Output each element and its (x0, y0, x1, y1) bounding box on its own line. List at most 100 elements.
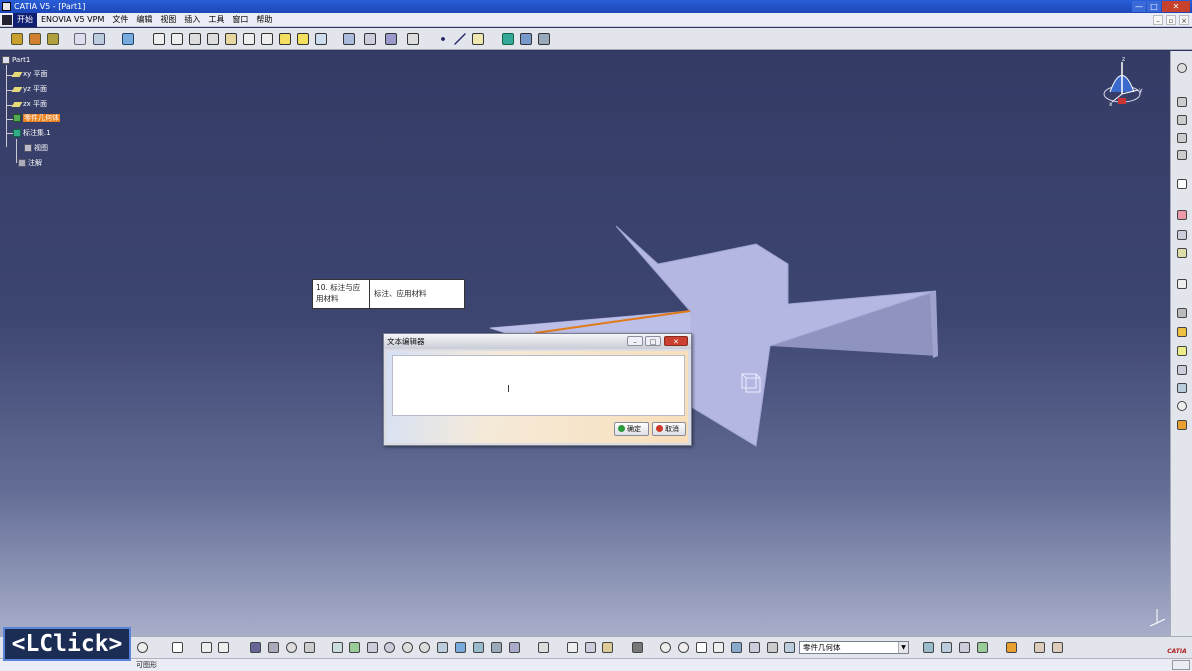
sketcher-icon[interactable] (72, 31, 88, 47)
update-icon[interactable] (658, 640, 673, 655)
scene-icon[interactable] (1050, 640, 1065, 655)
whats-this-icon[interactable] (170, 640, 185, 655)
mdi-close-button[interactable]: × (1179, 15, 1189, 25)
cycle-icon[interactable] (676, 640, 691, 655)
heal-icon[interactable] (939, 640, 954, 655)
mdi-restore-button[interactable]: ▫ (1166, 15, 1176, 25)
camera-icon[interactable] (630, 640, 645, 655)
tree-root-part1[interactable]: Part1 (2, 55, 30, 66)
rotate-icon[interactable] (382, 640, 397, 655)
window-maximize-button[interactable]: □ (1147, 1, 1161, 12)
document-menu-icon[interactable] (2, 15, 12, 25)
measure-icon[interactable] (362, 31, 378, 47)
tree-node-views[interactable]: 视图 (24, 143, 48, 154)
tree-icon[interactable] (266, 640, 281, 655)
undo-icon[interactable] (135, 640, 150, 655)
window-minimize-button[interactable]: — (1132, 1, 1146, 12)
window-close-button[interactable]: ✕ (1162, 1, 1190, 12)
cancel-button[interactable]: 取消 (652, 422, 686, 436)
comment-icon[interactable] (216, 640, 231, 655)
tree-node-part-body[interactable]: 零件几何体 (13, 113, 60, 124)
compass-icon[interactable]: z y x (1100, 54, 1146, 112)
measure-between-icon[interactable] (565, 640, 580, 655)
assembly-icon[interactable] (45, 31, 61, 47)
zoom-in-icon[interactable] (400, 640, 415, 655)
part-design-icon[interactable] (27, 31, 43, 47)
groove-icon[interactable] (205, 31, 221, 47)
ok-button[interactable]: 确定 (614, 422, 649, 436)
menu-item[interactable]: 工具 (204, 13, 228, 27)
point-icon[interactable] (435, 31, 451, 47)
join-icon[interactable] (921, 640, 936, 655)
extract-icon[interactable] (957, 640, 972, 655)
inertia-icon[interactable] (600, 640, 615, 655)
axis-icon[interactable] (1175, 399, 1189, 413)
menu-item[interactable]: 视图 (156, 13, 180, 27)
print-icon[interactable] (536, 640, 551, 655)
fly-mode-icon[interactable] (330, 640, 345, 655)
menu-item[interactable]: 插入 (180, 13, 204, 27)
save-icon[interactable] (91, 31, 107, 47)
layers-icon[interactable] (120, 31, 136, 47)
tree-node-xy-plane[interactable]: xy 平面 (11, 69, 48, 80)
3d-viewport[interactable]: Part1 xy 平面 yz 平面 zx 平面 零件几何体 标注集.1 视图 注… (0, 51, 1170, 636)
catia-app-icon[interactable] (2, 2, 11, 11)
color-icon[interactable] (1175, 418, 1189, 432)
dialog-close-button[interactable]: ✕ (664, 336, 688, 346)
command-input[interactable] (1172, 660, 1190, 670)
surface-icon[interactable] (1175, 306, 1189, 320)
tree-node-yz-plane[interactable]: yz 平面 (11, 84, 47, 95)
tree-node-notes[interactable]: 注解 (18, 158, 42, 169)
dialog-minimize-button[interactable]: – (627, 336, 643, 346)
shading-icon[interactable] (471, 640, 486, 655)
menu-item[interactable]: 开始 (13, 13, 37, 27)
hide-show-icon[interactable] (489, 640, 504, 655)
view-side-icon[interactable] (1175, 148, 1189, 162)
apply-color-icon[interactable] (1004, 640, 1019, 655)
box-icon[interactable] (1175, 344, 1189, 358)
select-arrow-icon[interactable] (1175, 177, 1189, 191)
search-icon[interactable] (284, 640, 299, 655)
mdi-minimize-button[interactable]: – (1153, 15, 1163, 25)
solid-icon[interactable] (1175, 325, 1189, 339)
shaft-icon[interactable] (187, 31, 203, 47)
menu-item[interactable]: 窗口 (228, 13, 252, 27)
pan-icon[interactable] (365, 640, 380, 655)
formula-icon[interactable] (199, 640, 214, 655)
measure-item-icon[interactable] (583, 640, 598, 655)
zoom-out-icon[interactable] (417, 640, 432, 655)
slot-icon[interactable] (259, 31, 275, 47)
grid-icon[interactable] (383, 31, 399, 47)
tree-node-annotation-set[interactable]: 标注集.1 (13, 128, 51, 139)
plane-tool-icon[interactable] (470, 31, 486, 47)
boolean-icon[interactable] (1175, 381, 1189, 395)
menu-item[interactable]: 文件 (108, 13, 132, 27)
text-tool-icon[interactable] (1175, 246, 1189, 260)
body-insert-icon[interactable] (729, 640, 744, 655)
catalog-icon[interactable] (536, 31, 552, 47)
settings-gear-icon[interactable] (1175, 61, 1189, 75)
rib-icon[interactable] (241, 31, 257, 47)
view-top-icon[interactable] (1175, 131, 1189, 145)
swap-space-icon[interactable] (507, 640, 522, 655)
start-workbench-icon[interactable] (9, 31, 25, 47)
edit-icon[interactable] (1175, 277, 1189, 291)
table-icon[interactable] (248, 640, 263, 655)
view-front-icon[interactable] (1175, 113, 1189, 127)
normal-view-icon[interactable] (435, 640, 450, 655)
fillet-icon[interactable] (313, 31, 329, 47)
hole-icon[interactable] (223, 31, 239, 47)
knowledge-icon[interactable] (302, 640, 317, 655)
iso-view-icon[interactable] (453, 640, 468, 655)
text-editor-input[interactable]: I (392, 355, 685, 416)
dialog-maximize-button[interactable]: □ (645, 336, 661, 346)
apply-material-icon[interactable] (500, 31, 516, 47)
loft-icon[interactable] (277, 31, 293, 47)
menu-item[interactable]: 编辑 (132, 13, 156, 27)
pad-icon[interactable] (151, 31, 167, 47)
material-icon[interactable] (1032, 640, 1047, 655)
annotation-text-table[interactable]: 10. 标注与应用材料 标注、应用材料 (312, 279, 465, 309)
fit-all-icon[interactable] (347, 640, 362, 655)
pocket-icon[interactable] (169, 31, 185, 47)
view-iso-icon[interactable] (1175, 95, 1189, 109)
